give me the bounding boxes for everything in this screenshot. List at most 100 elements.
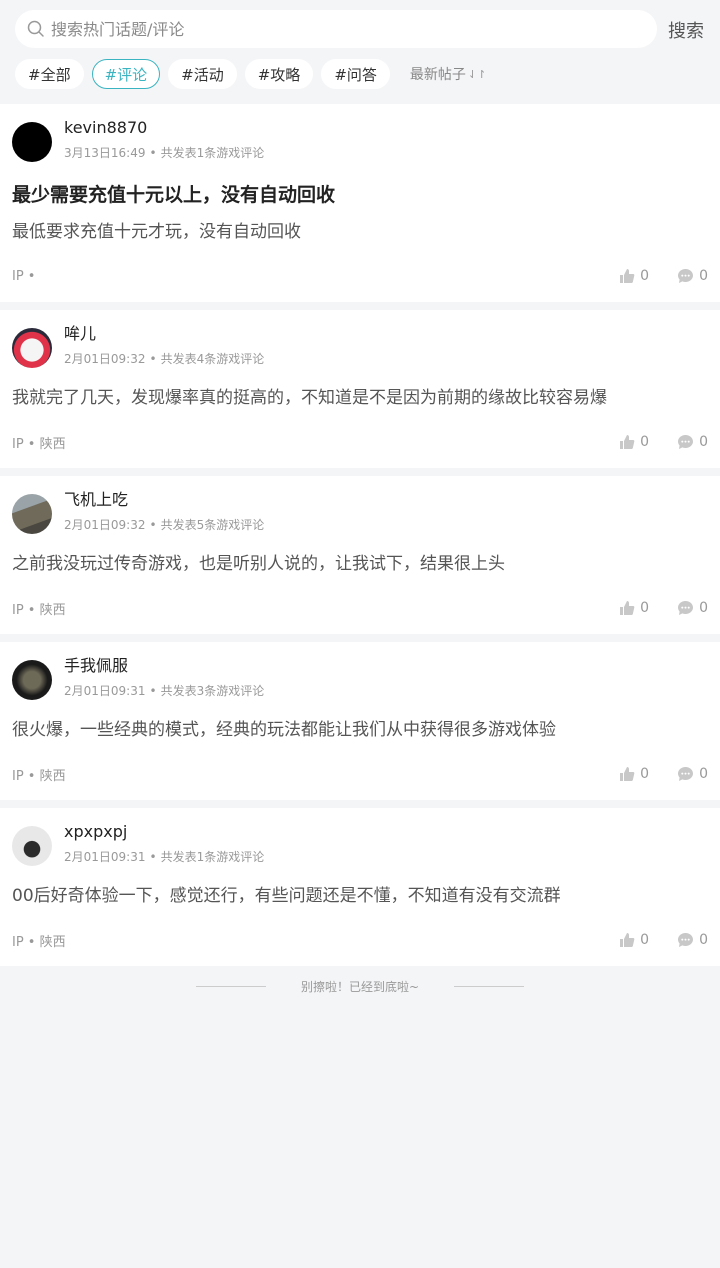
post-list: kevin8870 3月13日16:49 • 共发表1条游戏评论 最少需要充值十元以… bbox=[0, 104, 720, 966]
avatar[interactable] bbox=[12, 826, 52, 866]
post-time: 2月01日09:31 bbox=[64, 684, 146, 698]
comment-count: 0 bbox=[699, 600, 708, 616]
like-button[interactable]: 0 bbox=[619, 932, 649, 948]
thumbs-up-icon bbox=[620, 269, 635, 283]
sort-arrows-icon: ⇃↾ bbox=[467, 67, 487, 81]
post-card[interactable]: 手我佩服 2月01日09:31 • 共发表3条游戏评论 很火爆，一些经典的模式，经典… bbox=[0, 642, 720, 800]
like-count: 0 bbox=[640, 434, 650, 450]
username[interactable]: 手我佩服 bbox=[64, 656, 264, 676]
tag-bar: #全部 #评论 #活动 #攻略 #问答 最新帖子 ⇃↾ bbox=[15, 59, 486, 89]
comment-button[interactable]: 0 bbox=[677, 434, 708, 450]
sort-toggle[interactable]: 最新帖子 ⇃↾ bbox=[410, 64, 486, 84]
post-content[interactable]: 很火爆，一些经典的模式，经典的玩法都能让我们从中获得很多游戏体验 bbox=[12, 718, 708, 742]
like-button[interactable]: 0 bbox=[619, 600, 649, 616]
avatar[interactable] bbox=[12, 660, 52, 700]
like-button[interactable]: 0 bbox=[619, 268, 649, 284]
thumbs-up-icon bbox=[620, 767, 635, 781]
comment-count: 0 bbox=[699, 932, 708, 948]
post-footer: IP • 陕西 0 0 bbox=[12, 914, 708, 966]
post-card[interactable]: xpxpxpj 2月01日09:31 • 共发表1条游戏评论 00后好奇体验一下，感… bbox=[0, 808, 720, 966]
post-card[interactable]: kevin8870 3月13日16:49 • 共发表1条游戏评论 最少需要充值十元以… bbox=[0, 104, 720, 302]
thumbs-up-icon bbox=[620, 933, 635, 947]
comment-icon bbox=[678, 933, 694, 947]
comment-count: 0 bbox=[699, 268, 708, 284]
end-of-list: 别擦啦！已经到底啦~ bbox=[0, 966, 720, 1006]
avatar[interactable] bbox=[12, 494, 52, 534]
search-icon bbox=[27, 20, 44, 37]
post-footer: IP • 0 0 bbox=[12, 250, 708, 302]
post-stats: 共发表5条游戏评论 bbox=[160, 518, 265, 532]
like-count: 0 bbox=[640, 766, 650, 782]
avatar[interactable] bbox=[12, 328, 52, 368]
comment-icon bbox=[678, 435, 694, 449]
post-title[interactable]: 最少需要充值十元以上，没有自动回收 bbox=[12, 182, 708, 208]
username[interactable]: 飞机上吃 bbox=[64, 490, 264, 510]
like-count: 0 bbox=[640, 932, 650, 948]
tag-review[interactable]: #评论 bbox=[91, 59, 161, 89]
comment-count: 0 bbox=[699, 434, 708, 450]
post-card[interactable]: 飞机上吃 2月01日09:32 • 共发表5条游戏评论 之前我没玩过传奇游戏，也是听… bbox=[0, 476, 720, 634]
post-subline: 3月13日16:49 • 共发表1条游戏评论 bbox=[64, 146, 265, 160]
post-time: 2月01日09:31 bbox=[64, 850, 146, 864]
like-button[interactable]: 0 bbox=[619, 766, 649, 782]
comment-icon bbox=[678, 269, 694, 283]
ip-location: IP • 陕西 bbox=[12, 436, 66, 452]
comment-button[interactable]: 0 bbox=[677, 932, 708, 948]
post-header: 哞儿 2月01日09:32 • 共发表4条游戏评论 bbox=[12, 324, 708, 372]
post-header: kevin8870 3月13日16:49 • 共发表1条游戏评论 bbox=[12, 118, 708, 166]
post-card[interactable]: 哞儿 2月01日09:32 • 共发表4条游戏评论 我就完了几天，发现爆率真的挺高的… bbox=[0, 310, 720, 468]
comment-count: 0 bbox=[699, 766, 708, 782]
search-input[interactable] bbox=[51, 19, 611, 39]
like-count: 0 bbox=[640, 600, 650, 616]
post-actions: 0 0 bbox=[591, 600, 708, 616]
post-time: 2月01日09:32 bbox=[64, 352, 146, 366]
post-stats: 共发表3条游戏评论 bbox=[160, 684, 265, 698]
tag-all[interactable]: #全部 bbox=[15, 59, 84, 89]
post-time: 3月13日16:49 bbox=[64, 146, 146, 160]
post-meta: 哞儿 2月01日09:32 • 共发表4条游戏评论 bbox=[64, 324, 264, 366]
post-stats: 共发表1条游戏评论 bbox=[160, 146, 265, 160]
post-content[interactable]: 最低要求充值十元才玩，没有自动回收 bbox=[12, 220, 708, 244]
top-bar: 搜索 #全部 #评论 #活动 #攻略 #问答 最新帖子 ⇃↾ bbox=[0, 0, 720, 104]
post-header: 手我佩服 2月01日09:31 • 共发表3条游戏评论 bbox=[12, 656, 708, 704]
post-footer: IP • 陕西 0 0 bbox=[12, 416, 708, 468]
post-actions: 0 0 bbox=[591, 268, 708, 284]
tag-activity[interactable]: #活动 bbox=[168, 59, 237, 89]
ip-location: IP • bbox=[12, 268, 36, 284]
search-button[interactable]: 搜索 bbox=[668, 17, 704, 43]
post-actions: 0 0 bbox=[591, 434, 708, 450]
post-content[interactable]: 我就完了几天，发现爆率真的挺高的，不知道是不是因为前期的缘故比较容易爆 bbox=[12, 386, 708, 410]
post-actions: 0 0 bbox=[591, 932, 708, 948]
post-content[interactable]: 之前我没玩过传奇游戏，也是听别人说的，让我试下，结果很上头 bbox=[12, 552, 708, 576]
divider bbox=[195, 985, 266, 987]
post-actions: 0 0 bbox=[591, 766, 708, 782]
comment-button[interactable]: 0 bbox=[677, 268, 708, 284]
post-content[interactable]: 00后好奇体验一下，感觉还行，有些问题还是不懂，不知道有没有交流群 bbox=[12, 884, 708, 908]
tag-qa[interactable]: #问答 bbox=[321, 59, 390, 89]
divider bbox=[454, 985, 525, 987]
post-subline: 2月01日09:32 • 共发表4条游戏评论 bbox=[64, 352, 265, 366]
avatar[interactable] bbox=[12, 122, 52, 162]
thumbs-up-icon bbox=[620, 435, 635, 449]
search-box[interactable] bbox=[15, 10, 657, 48]
username[interactable]: xpxpxpj bbox=[64, 822, 264, 842]
post-meta: 手我佩服 2月01日09:31 • 共发表3条游戏评论 bbox=[64, 656, 264, 698]
post-subline: 2月01日09:31 • 共发表1条游戏评论 bbox=[64, 850, 265, 864]
tag-guide[interactable]: #攻略 bbox=[244, 59, 314, 89]
thumbs-up-icon bbox=[620, 601, 635, 615]
post-footer: IP • 陕西 0 0 bbox=[12, 748, 708, 800]
like-button[interactable]: 0 bbox=[619, 434, 649, 450]
sort-label: 最新帖子 bbox=[409, 67, 466, 83]
end-text: 别擦啦！已经到底啦~ bbox=[300, 979, 420, 994]
post-header: 飞机上吃 2月01日09:32 • 共发表5条游戏评论 bbox=[12, 490, 708, 538]
username[interactable]: kevin8870 bbox=[64, 118, 264, 138]
post-subline: 2月01日09:32 • 共发表5条游戏评论 bbox=[64, 518, 265, 532]
comment-button[interactable]: 0 bbox=[677, 600, 708, 616]
post-header: xpxpxpj 2月01日09:31 • 共发表1条游戏评论 bbox=[12, 822, 708, 870]
post-stats: 共发表4条游戏评论 bbox=[160, 352, 265, 366]
ip-location: IP • 陕西 bbox=[12, 768, 66, 784]
username[interactable]: 哞儿 bbox=[64, 324, 264, 344]
post-meta: xpxpxpj 2月01日09:31 • 共发表1条游戏评论 bbox=[64, 822, 264, 864]
post-meta: 飞机上吃 2月01日09:32 • 共发表5条游戏评论 bbox=[64, 490, 264, 532]
comment-button[interactable]: 0 bbox=[677, 766, 708, 782]
